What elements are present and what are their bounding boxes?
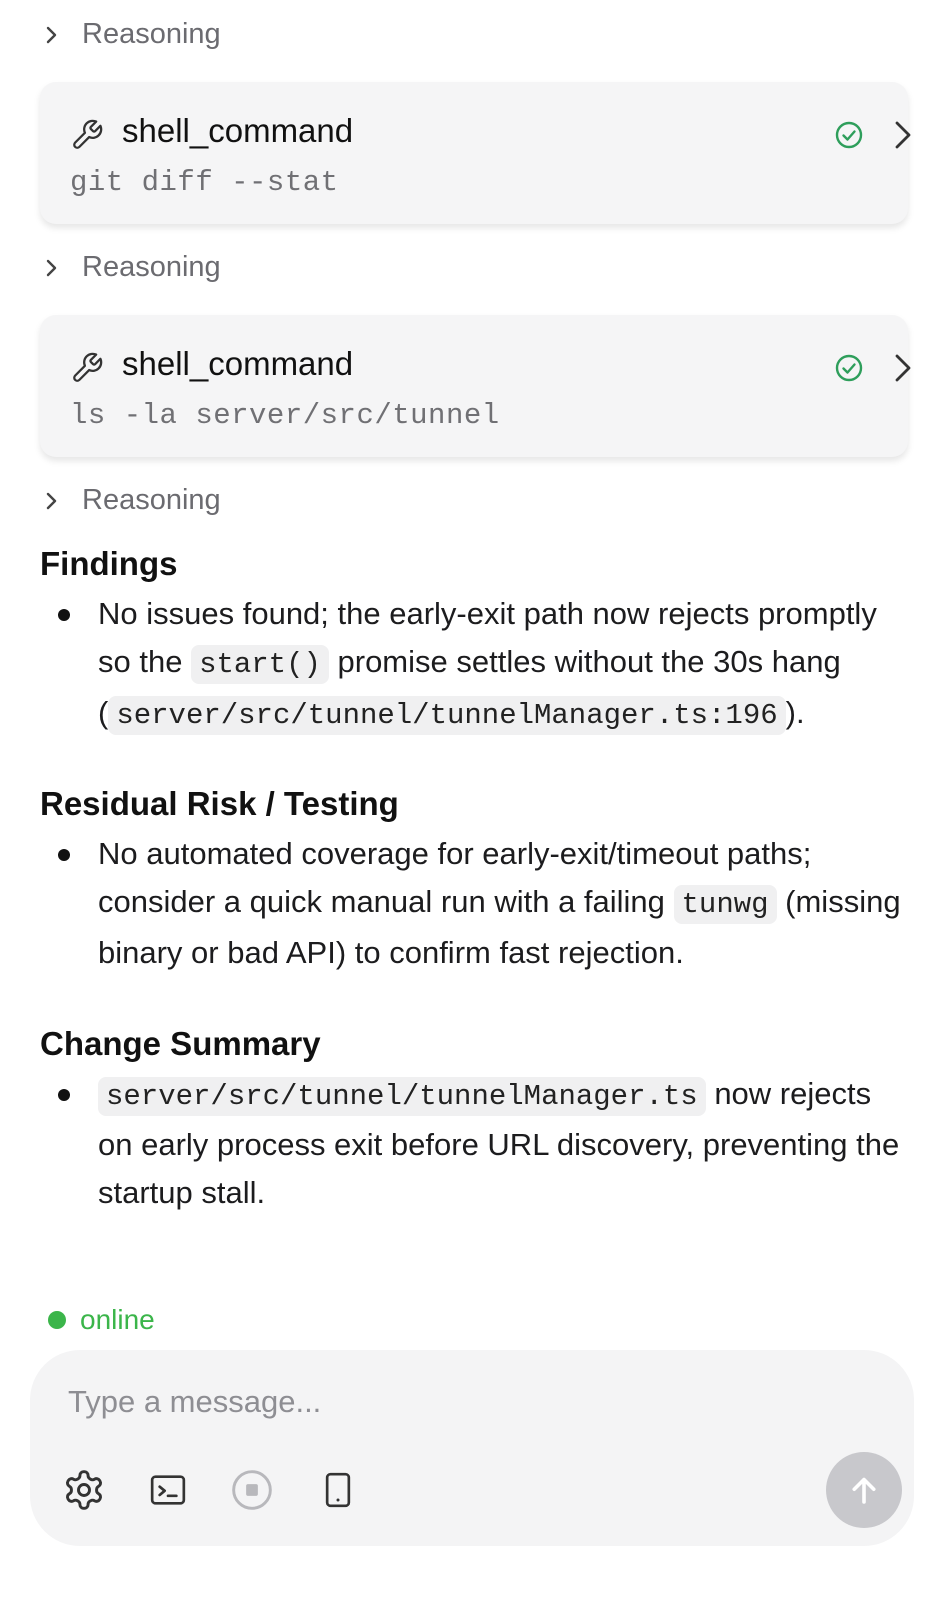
settings-button[interactable] xyxy=(60,1466,108,1514)
change-summary-heading: Change Summary xyxy=(40,1025,321,1062)
wrench-icon xyxy=(73,352,103,382)
check-circle-icon xyxy=(835,354,863,382)
wrench-icon xyxy=(73,119,103,149)
status-dot-icon xyxy=(48,1311,66,1329)
reasoning-label: Reasoning xyxy=(82,484,221,516)
chevron-right-icon[interactable] xyxy=(892,351,914,385)
bullet-text: ). xyxy=(785,695,805,730)
reasoning-toggle-2[interactable]: Reasoning xyxy=(44,251,221,284)
tool-call-card-2[interactable]: shell_command ls -la server/src/tunnel xyxy=(40,315,911,457)
send-button[interactable] xyxy=(826,1452,902,1528)
stop-icon xyxy=(232,1470,272,1510)
arrow-up-icon xyxy=(852,1477,876,1504)
reasoning-toggle-3[interactable]: Reasoning xyxy=(44,484,221,517)
chevron-right-icon xyxy=(46,492,57,509)
tool-command: git diff --stat xyxy=(70,166,339,199)
findings-heading: Findings xyxy=(40,545,178,582)
reasoning-label: Reasoning xyxy=(82,18,221,50)
inline-code: start() xyxy=(191,645,329,684)
message-composer xyxy=(30,1350,914,1546)
tool-call-card-1[interactable]: shell_command git diff --stat xyxy=(40,82,911,224)
terminal-icon xyxy=(150,1475,186,1505)
status-label: online xyxy=(80,1304,155,1335)
connection-status: online xyxy=(48,1304,155,1336)
terminal-button[interactable] xyxy=(144,1466,192,1514)
check-circle-icon xyxy=(835,121,863,149)
reasoning-label: Reasoning xyxy=(82,251,221,283)
reasoning-toggle-1[interactable]: Reasoning xyxy=(44,18,221,51)
device-button[interactable] xyxy=(314,1466,362,1514)
gear-icon xyxy=(66,1470,102,1510)
message-input[interactable] xyxy=(68,1376,768,1428)
tool-command: ls -la server/src/tunnel xyxy=(70,399,500,432)
tool-name: shell_command xyxy=(122,345,354,382)
inline-code: server/src/tunnel/tunnelManager.ts xyxy=(98,1077,706,1116)
findings-bullet: No issues found; the early-exit path now… xyxy=(58,590,908,740)
chevron-right-icon xyxy=(46,26,57,43)
inline-code: tunwg xyxy=(673,885,777,924)
chevron-right-icon xyxy=(46,259,57,276)
stop-button[interactable] xyxy=(228,1466,276,1514)
tool-name: shell_command xyxy=(122,112,354,149)
tablet-icon xyxy=(325,1472,351,1508)
chat-page: Reasoning shell_command git diff --stat … xyxy=(0,0,946,1618)
residual-risk-bullet: No automated coverage for early-exit/tim… xyxy=(58,830,908,977)
chevron-right-icon[interactable] xyxy=(892,118,914,152)
residual-risk-heading: Residual Risk / Testing xyxy=(40,785,399,822)
change-summary-bullet: server/src/tunnel/tunnelManager.ts now r… xyxy=(58,1070,908,1217)
inline-code: server/src/tunnel/tunnelManager.ts:196 xyxy=(108,696,786,735)
